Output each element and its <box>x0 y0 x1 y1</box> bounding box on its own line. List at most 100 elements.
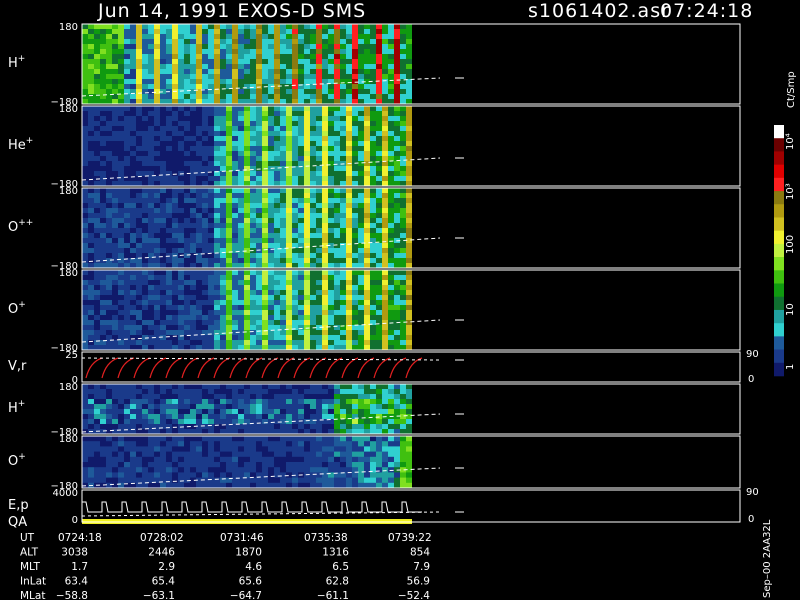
spectrogram-cell <box>304 24 310 30</box>
spectrogram-cell <box>88 136 94 142</box>
spectrogram-cell <box>388 330 394 336</box>
spectrogram-cell <box>106 208 112 214</box>
spectrogram-cell <box>280 409 286 415</box>
spectrogram-cell <box>406 300 412 306</box>
spectrogram-cell <box>124 74 130 80</box>
spectrogram-cell <box>190 467 196 473</box>
spectrogram-cell <box>112 320 118 326</box>
spectrogram-cell <box>202 238 208 244</box>
spectrogram-cell <box>304 116 310 122</box>
spectrogram-cell <box>88 451 94 458</box>
spectrogram-cell <box>190 404 196 410</box>
spectrogram-cell <box>202 315 208 321</box>
spectrogram-cell <box>118 218 124 224</box>
spectrogram-cell <box>238 285 244 291</box>
spectrogram-cell <box>310 233 316 239</box>
spectrogram-cell <box>202 24 208 30</box>
spectrogram-cell <box>136 243 142 249</box>
spectrogram-cell <box>346 330 352 336</box>
spectrogram-cell <box>142 116 148 122</box>
spectrogram-cell <box>346 44 352 50</box>
spectrogram-cell <box>226 404 232 410</box>
spectrogram-cell <box>322 146 328 152</box>
spectrogram-cell <box>304 404 310 410</box>
spectrogram-cell <box>178 228 184 234</box>
spectrogram-cell <box>400 340 406 346</box>
spectrogram-cell <box>142 198 148 204</box>
spectrogram-cell <box>130 325 136 331</box>
spectrogram-cell <box>280 340 286 346</box>
spectrogram-cell <box>148 456 154 463</box>
spectrogram-cell <box>376 223 382 229</box>
spectrogram-cell <box>334 171 340 177</box>
spectrogram-cell <box>400 64 406 70</box>
spectrogram-cell <box>82 228 88 234</box>
spectrogram-cell <box>358 54 364 60</box>
panel-4: O+180−180 <box>8 268 741 354</box>
spectrogram-cell <box>394 248 400 254</box>
spectrogram-cell <box>112 441 118 447</box>
spectrogram-cell <box>316 436 322 442</box>
spectrogram-cell <box>124 451 130 458</box>
spectrogram-cell <box>292 24 298 30</box>
spectrogram-cell <box>370 89 376 95</box>
spectrogram-cell <box>178 419 184 425</box>
spectrogram-cell <box>376 233 382 239</box>
spectrogram-cell <box>136 467 142 473</box>
spectrogram-cell <box>166 477 172 484</box>
spectrogram-cell <box>130 156 136 162</box>
spectrogram-cell <box>280 131 286 137</box>
spectrogram-cell <box>298 462 304 468</box>
spectrogram-cell <box>244 467 250 473</box>
spectrogram-cell <box>106 84 112 90</box>
spectrogram-cell <box>262 131 268 137</box>
spectrogram-cell <box>310 29 316 35</box>
spectrogram-cell <box>208 389 214 395</box>
spectrogram-cell <box>94 84 100 90</box>
spectrogram-cell <box>232 29 238 35</box>
spectrogram-cell <box>184 161 190 167</box>
spectrogram-cell <box>190 39 196 45</box>
spectrogram-cell <box>100 203 106 209</box>
spectrogram-cell <box>364 59 370 65</box>
spectrogram-cell <box>346 198 352 204</box>
spectrogram-cell <box>400 208 406 214</box>
spectrogram-cell <box>346 84 352 90</box>
spectrogram-cell <box>154 419 160 425</box>
spectrogram-cell <box>106 285 112 291</box>
spectrogram-cell <box>88 258 94 264</box>
spectrogram-cell <box>130 394 136 400</box>
spectrogram-cell <box>202 213 208 219</box>
spectrogram-cell <box>184 59 190 65</box>
spectrogram-cell <box>178 116 184 122</box>
spectrogram-cell <box>328 69 334 75</box>
spectrogram-cell <box>262 320 268 326</box>
spectrogram-cell <box>406 399 412 405</box>
spectrogram-cell <box>310 44 316 50</box>
spectrogram-cell <box>364 94 370 100</box>
spectrogram-cell <box>112 477 118 484</box>
spectrogram-cell <box>142 34 148 40</box>
spectrogram-cell <box>190 238 196 244</box>
spectrogram-cell <box>268 141 274 147</box>
spectrogram-cell <box>154 136 160 142</box>
spectrogram-cell <box>136 54 142 60</box>
spectrogram-cell <box>118 151 124 157</box>
spectrogram-cell <box>340 436 346 442</box>
spectrogram-cell <box>100 208 106 214</box>
spectrogram-cell <box>376 409 382 415</box>
spectrogram-cell <box>262 310 268 316</box>
spectrogram-cell <box>286 441 292 447</box>
spectrogram-cell <box>220 24 226 30</box>
panel-8: E,pQA40000900 <box>8 487 759 530</box>
spectrogram-cell <box>172 310 178 316</box>
spectrogram-cell <box>226 176 232 182</box>
spectrogram-cell <box>154 340 160 346</box>
spectrogram-cell <box>190 295 196 301</box>
spectrogram-cell <box>136 451 142 458</box>
spectrogram-cell <box>358 394 364 400</box>
spectrogram-cell <box>166 305 172 311</box>
spectrogram-cell <box>148 446 154 452</box>
spectrogram-cell <box>136 389 142 395</box>
spectrogram-cell <box>82 121 88 127</box>
